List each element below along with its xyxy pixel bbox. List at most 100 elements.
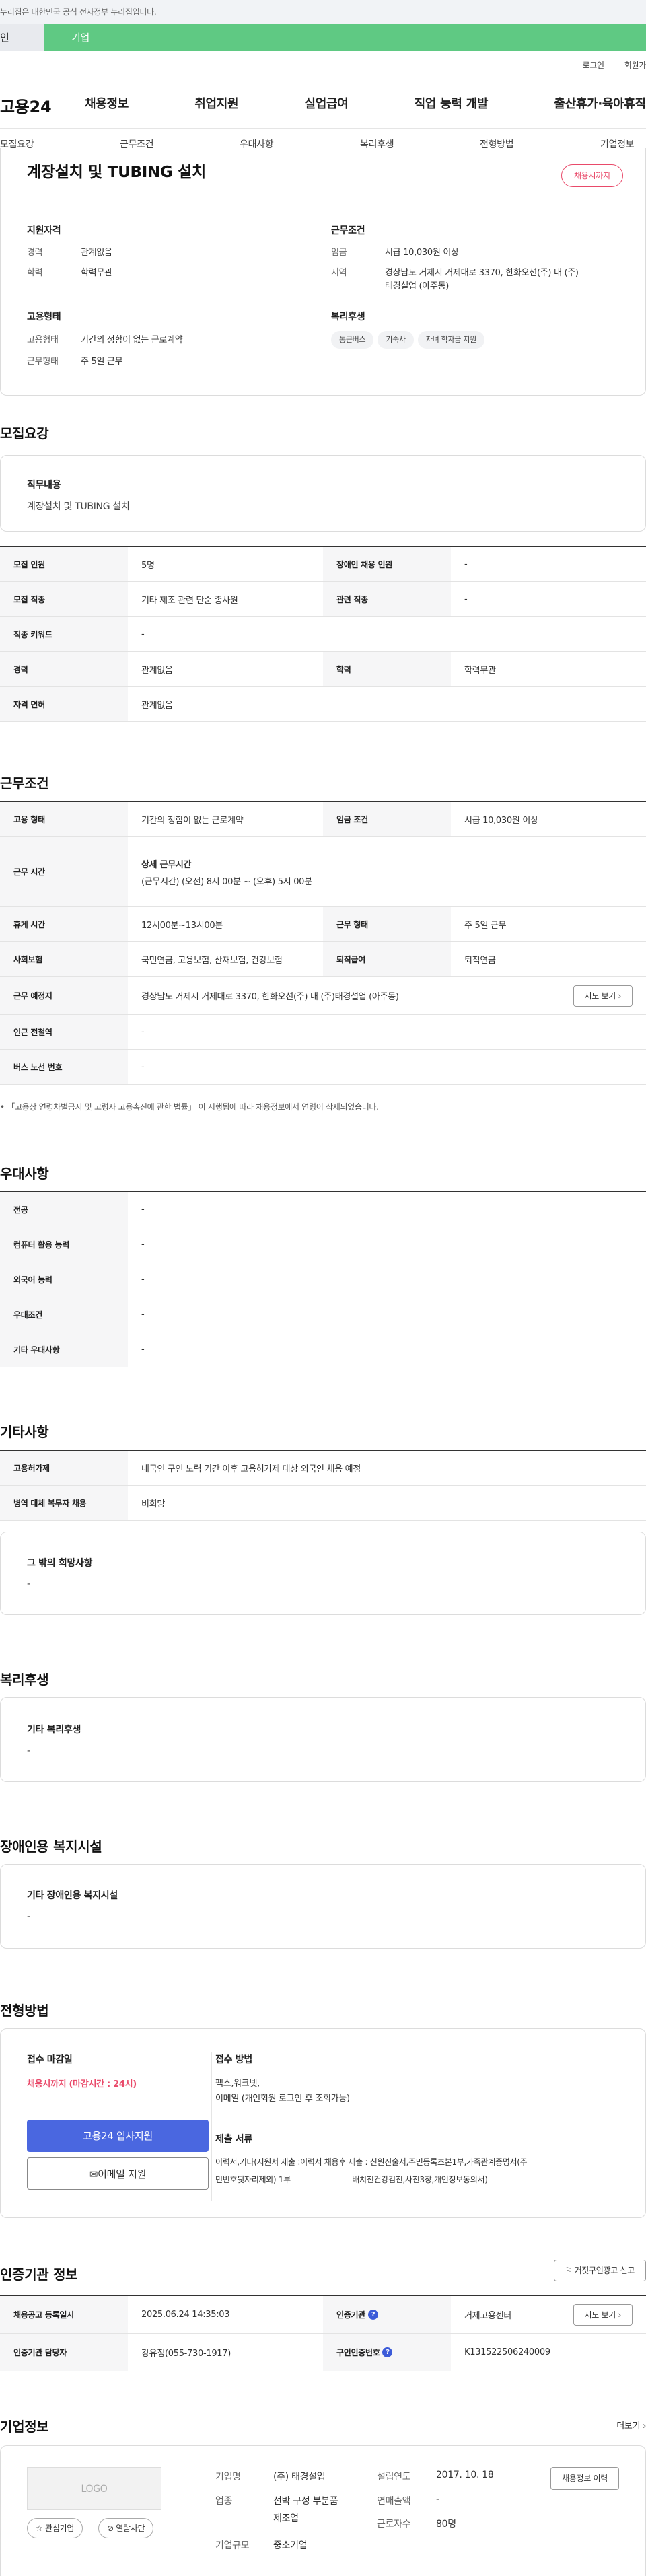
th: 인증기관 담당자 [0, 2334, 128, 2371]
value: - [436, 2494, 439, 2505]
age-note: • 「고용상 연령차별금지 및 고령자 고용촉진에 관한 법률」 이 시행됨에 … [0, 1102, 379, 1112]
td: - [141, 1062, 145, 1072]
th: 병역 대체 복무자 채용 [0, 1486, 128, 1520]
th: 외국어 능력 [0, 1262, 128, 1297]
chevron-right-icon: › [618, 2310, 622, 2320]
td: 비희망 [141, 1499, 165, 1509]
wage-label: 임금 [331, 248, 347, 258]
emptype-value: 기간의 정함이 없는 근로계약 [81, 335, 183, 345]
workform-label: 근무형태 [27, 357, 59, 367]
emp-title: 고용형태 [27, 312, 61, 322]
chip-bus: 통근버스 [331, 331, 374, 349]
block-icon: ⊘ [107, 2524, 114, 2533]
block-button[interactable]: ⊘ 열람차단 [98, 2518, 154, 2538]
label: 연매출액 [377, 2496, 411, 2507]
report-label: 거짓구인광고 신고 [574, 2266, 635, 2275]
disabled-box-value: - [27, 1911, 30, 1922]
apply-button[interactable]: 고용24 입사지원 [27, 2120, 209, 2152]
favorite-button[interactable]: ☆ 관심기업 [27, 2518, 83, 2538]
nav-unemployment[interactable]: 실업급여 [304, 94, 348, 112]
info-icon[interactable]: ? [382, 2347, 393, 2357]
cert-map-button[interactable]: 지도 보기 › [573, 2304, 633, 2326]
th: 장애인 채용 인원 [323, 547, 451, 581]
company-employees: 근로자수 80명 [377, 2517, 456, 2530]
table-row: 외국어 능력 - [0, 1262, 646, 1297]
th: 임금 조건 [323, 802, 451, 836]
etc-section-title: 기타사항 [0, 1424, 49, 1440]
work-table: 고용 형태 기간의 정함이 없는 근로계약 임금 조건 시급 10,030원 이상 근… [0, 801, 646, 1085]
pref-table: 전공 - 컴퓨터 활용 능력 - 외국어 능력 - 우대조건 - 기타 우대사항 - [0, 1191, 646, 1367]
company-section-title: 기업정보 [0, 2419, 49, 2435]
utility-links: 로그인 회원가 [563, 59, 646, 71]
chevron-right-icon: › [618, 991, 622, 1001]
td: - [464, 559, 468, 569]
nav-recruit[interactable]: 채용정보 [85, 94, 129, 112]
docs-title: 제출 서류 [215, 2134, 252, 2145]
table-row: 고용 형태 기간의 정함이 없는 근로계약 임금 조건 시급 10,030원 이상 [0, 802, 646, 837]
more-label: 더보기 [616, 2421, 641, 2431]
more-link[interactable]: 더보기 › [616, 2419, 646, 2431]
chevron-right-icon: › [643, 2421, 646, 2431]
nav-training[interactable]: 직업 능력 개발 [415, 94, 489, 112]
duty-box [0, 455, 646, 532]
th: 근무 예정지 [0, 977, 128, 1014]
company-card [0, 2445, 646, 2576]
label: 기업규모 [215, 2540, 250, 2551]
table-row: 우대조건 - [0, 1297, 646, 1332]
loc-value-2: 태경설업 (아주동) [385, 281, 449, 291]
user-type-tabs: 인 기업 [0, 24, 646, 51]
loc-value-1: 경상남도 거제시 거제대로 3370, 한화오션(주) 내 (주) [385, 268, 579, 278]
th: 고용허가제 [0, 1451, 128, 1485]
history-button[interactable]: 채용정보 이력 [550, 2467, 619, 2490]
nav-leave[interactable]: 출산휴가·육아휴직 [554, 94, 646, 112]
th: 인근 전철역 [0, 1015, 128, 1049]
favorite-label: 관심기업 [44, 2524, 74, 2533]
welfare-box-title: 기타 복리후생 [27, 1725, 81, 1736]
th: 채용공고 등록일시 [0, 2296, 128, 2333]
tab-corporate[interactable]: 기업 [44, 24, 646, 51]
th: 구인인증번호? [323, 2334, 451, 2371]
gov-banner: 누리집은 대한민국 공식 전자정부 누리집입니다. [0, 0, 646, 24]
job-title: 계장설치 및 TUBING 설치 [27, 164, 206, 181]
td: 내국인 구인 노력 기간 이후 고용허가제 대상 외국인 채용 예정 [141, 1464, 361, 1474]
td: 상세 근무시간 (근무시간) (오전) 8시 00분 ~ (오후) 5시 00분 [128, 837, 646, 906]
edu-value: 학력무관 [81, 268, 112, 278]
emptype-label: 고용형태 [27, 335, 59, 345]
screening-section-title: 전형방법 [0, 2003, 49, 2019]
deadline-title: 접수 마감일 [27, 2054, 73, 2065]
report-button[interactable]: ⚐ 거짓구인광고 신고 [553, 2260, 646, 2281]
th: 근무 시간 [0, 837, 128, 906]
site-logo[interactable]: 고용24 [0, 94, 52, 117]
table-row: 모집 인원 5명 장애인 채용 인원 - [0, 547, 646, 582]
nav-employment-support[interactable]: 취업지원 [194, 94, 238, 112]
company-biz: 업종 선박 구성 부분품 제조업 [215, 2494, 338, 2524]
company-sales: 연매출액 - [377, 2494, 439, 2507]
qual-title: 지원자격 [27, 225, 61, 236]
tab-personal[interactable]: 인 [0, 24, 44, 51]
map-button[interactable]: 지도 보기 › [573, 985, 633, 1007]
join-link[interactable]: 회원가 [624, 61, 646, 70]
method-line: 팩스,워크넷, [215, 2079, 260, 2089]
td: 국민연금, 고용보험, 산재보험, 건강보험 [141, 956, 283, 966]
table-row: 병역 대체 복무자 채용 비희망 [0, 1486, 646, 1521]
pref-section-title: 우대사항 [0, 1166, 49, 1182]
docs-line: 민번호뒷자리제외) 1부 배치전건강검진,사진3장,개인정보동의서) [215, 2175, 488, 2184]
table-row: 근무 예정지 경상남도 거제시 거제대로 3370, 한화오션(주) 내 (주)태… [0, 977, 646, 1015]
table-row: 버스 노선 번호 - [0, 1050, 646, 1085]
email-apply-label: 이메일 지원 [98, 2168, 147, 2180]
td: 기간의 정함이 없는 근로계약 [141, 816, 244, 826]
table-row: 고용허가제 내국인 구인 노력 기간 이후 고용허가제 대상 외국인 채용 예정 [0, 1451, 646, 1486]
table-row: 전공 - [0, 1192, 646, 1227]
label: 설립연도 [377, 2472, 411, 2482]
th: 휴게 시간 [0, 907, 128, 941]
duty-value: 계장설치 및 TUBING 설치 [27, 501, 130, 512]
th: 관련 직종 [323, 582, 451, 616]
th: 인증기관? [323, 2296, 451, 2333]
login-link[interactable]: 로그인 [583, 61, 605, 70]
th: 근무 형태 [323, 907, 451, 941]
method-line: 이메일 (개인회원 로그인 후 조회가능) [215, 2094, 350, 2104]
info-icon[interactable]: ? [367, 2310, 378, 2320]
email-apply-button[interactable]: ✉이메일 지원 [27, 2157, 209, 2190]
th: 학력 [323, 652, 451, 686]
cond-title: 근무조건 [331, 225, 365, 236]
